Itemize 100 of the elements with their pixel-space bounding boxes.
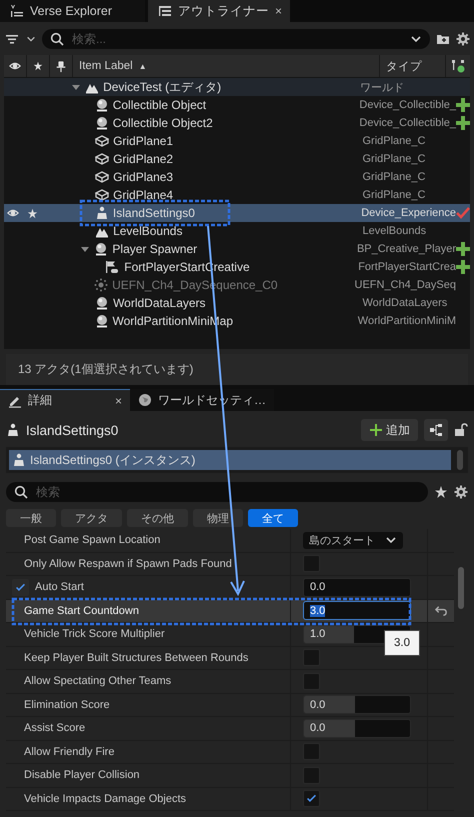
item-type: Device_Collectible_ [359, 99, 456, 111]
property-label: Disable Player Collision [24, 769, 140, 782]
item-type: ワールド [360, 80, 405, 94]
slider-field[interactable]: 0.0 [303, 695, 411, 714]
tooltip: 3.0 [384, 630, 420, 656]
star-icon [26, 208, 38, 218]
outliner-row[interactable]: Collectible Object2 Device_Collectible_ [4, 114, 470, 132]
item-label: WorldDataLayers [113, 296, 206, 310]
item-type: FortPlayerStartCrea [358, 261, 456, 273]
property-label: Elimination Score [24, 698, 110, 711]
search-icon [50, 32, 64, 46]
item-type: Device_Collectible_ [359, 117, 456, 129]
bricks-icon [95, 188, 110, 202]
item-type: LevelBounds [362, 225, 428, 237]
settings-icon [456, 32, 470, 46]
figure-icon [12, 453, 26, 467]
item-type: GridPlane_C [362, 189, 426, 201]
plus-icon [369, 423, 383, 437]
item-label: LevelBounds [113, 224, 182, 238]
search-icon [14, 485, 28, 499]
outliner-row[interactable]: WorldDataLayers WorldDataLayers [4, 294, 470, 312]
filter-button[interactable]: その他 [127, 509, 188, 527]
search-input[interactable]: 検索... [70, 31, 404, 47]
list-icon [158, 4, 172, 18]
column-header[interactable]: Item Label [79, 60, 133, 72]
search-input[interactable]: 検索 [34, 484, 420, 500]
hierarchy-button[interactable] [424, 419, 448, 441]
outliner-row[interactable]: DeviceTest (エディタ) ワールド [4, 78, 470, 96]
checkbox[interactable] [12, 578, 29, 596]
item-label: GridPlane2 [113, 152, 174, 166]
sphere-icon [94, 242, 108, 256]
item-label: GridPlane4 [113, 188, 174, 202]
filter-button[interactable]: 全て [248, 509, 298, 527]
expand-arrow-icon[interactable] [80, 244, 90, 254]
dropdown[interactable]: 島のスタート [303, 532, 403, 549]
item-label: GridPlane3 [113, 170, 174, 184]
status-text: 13 アクタ(1個選択されています) [6, 354, 468, 385]
item-label: Player Spawner [112, 242, 198, 256]
figure-icon [6, 423, 20, 437]
search-field[interactable]: 検索... [42, 29, 430, 49]
panel-tab[interactable]: 詳細 × [0, 389, 130, 411]
property-label: Post Game Spawn Location [24, 534, 160, 546]
property-label: Only Allow Respawn if Spawn Pads Found [24, 558, 232, 570]
filter-button[interactable]: アクタ [61, 509, 122, 527]
close-button[interactable]: × [114, 394, 122, 408]
add-button[interactable]: 追加 [361, 419, 418, 441]
sort-indicator: ▲ [138, 62, 147, 70]
settings-icon [454, 485, 468, 499]
property-label: Auto Start [35, 581, 84, 594]
outliner-row[interactable]: GridPlane1 GridPlane_C [4, 132, 470, 150]
sun-icon [94, 278, 108, 292]
outliner-row[interactable]: GridPlane3 GridPlane_C [4, 168, 470, 186]
outliner-row[interactable]: GridPlane2 GridPlane_C [4, 150, 470, 168]
reset-button[interactable] [434, 604, 448, 618]
star-icon [434, 485, 448, 499]
star-icon [33, 61, 43, 71]
bricks-icon [95, 170, 110, 184]
slider-field[interactable]: 0.0 [303, 718, 411, 738]
item-type: WorldDataLayers [362, 297, 448, 309]
outliner-row[interactable]: Collectible Object Device_Collectible_ [4, 96, 470, 114]
lock-icon [454, 423, 468, 437]
component-row[interactable]: IslandSettings0 (インスタンス) [9, 450, 451, 470]
filter-button[interactable]: 物理 [193, 509, 243, 527]
close-button[interactable]: × [275, 4, 282, 18]
checkbox[interactable] [303, 790, 320, 808]
property-label: Vehicle Impacts Damage Objects [24, 792, 186, 805]
hierarchy-icon [429, 423, 443, 437]
check-icon [306, 793, 317, 804]
sphere-icon [95, 296, 110, 310]
pin-icon [55, 60, 67, 72]
panel-tab[interactable]: アウトライナー × [148, 0, 290, 22]
property-label: Game Start Countdown [24, 604, 139, 617]
item-label: DeviceTest (エディタ) [103, 78, 222, 96]
expand-arrow-icon[interactable] [71, 82, 82, 92]
filter-button[interactable]: 一般 [6, 509, 56, 527]
flag-icon [104, 260, 120, 274]
outliner-row[interactable]: Player Spawner BP_Creative_Player [4, 240, 470, 258]
bricks-icon [95, 152, 110, 166]
scrollbar-thumb[interactable] [458, 567, 464, 609]
globe-icon [138, 393, 152, 407]
number-field[interactable]: 0.0 [303, 578, 411, 597]
filter-icon [4, 32, 20, 46]
item-label: GridPlane1 [113, 134, 174, 148]
panel-tab[interactable]: Verse Explorer [0, 0, 145, 22]
property-label: Keep Player Built Structures Between Rounds [24, 652, 248, 664]
source-control-icon [451, 59, 465, 73]
search-field[interactable]: 検索 [6, 482, 428, 502]
outliner-row[interactable]: IslandSettings0 Device_Experience [4, 204, 470, 222]
eye-icon [6, 207, 20, 219]
item-label: Collectible Object [112, 98, 206, 112]
property-label: Assist Score [24, 722, 86, 734]
sphere-icon [94, 314, 109, 328]
number-field[interactable]: 3.0 [303, 601, 411, 620]
item-type: Device_Experience [361, 207, 456, 219]
outliner-row[interactable]: GridPlane4 GridPlane_C [4, 186, 470, 204]
eye-icon [8, 60, 22, 72]
outliner-row[interactable]: LevelBounds LevelBounds [4, 222, 470, 240]
property-label: Allow Friendly Fire [24, 746, 114, 758]
column-header[interactable]: タイプ [386, 58, 422, 74]
scrollbar[interactable] [457, 450, 463, 470]
